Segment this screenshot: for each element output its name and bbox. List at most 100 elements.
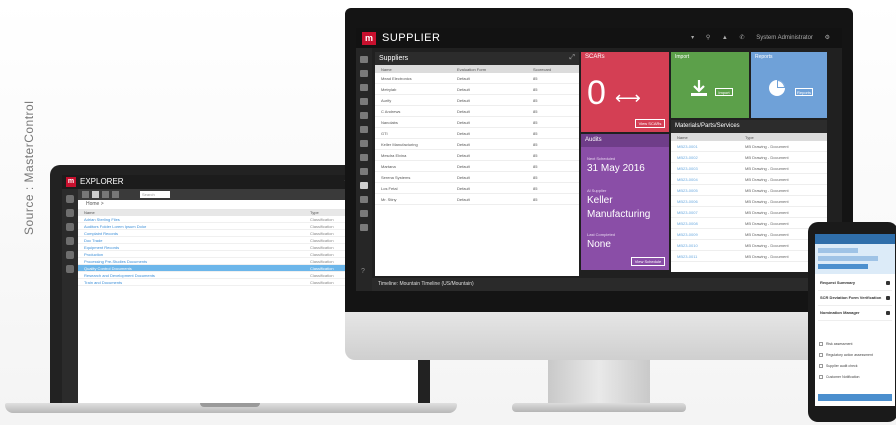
table-row[interactable]: Keller Manufacturing Default 85 [375, 139, 579, 150]
column-header-type[interactable]: Type [745, 135, 754, 140]
table-row[interactable]: MB23-0004 MB Drawing - Document [671, 174, 827, 185]
grid-view-icon[interactable] [92, 191, 99, 198]
supplier-name[interactable]: Metrylab [381, 87, 396, 92]
table-row[interactable]: MB23-0010 MB Drawing - Document [671, 240, 827, 251]
nav-file-icon[interactable] [360, 182, 368, 189]
row-name[interactable]: Complaint Records [84, 231, 118, 236]
table-row[interactable]: Aurify Default 85 [375, 95, 579, 106]
help-icon[interactable]: ? [361, 268, 369, 275]
nav-settings-icon[interactable] [66, 237, 74, 245]
phone-icon[interactable]: ✆ [740, 35, 745, 41]
nav-list-icon[interactable] [360, 112, 368, 119]
settings-icon[interactable]: ⚙ [825, 35, 830, 41]
reports-tile[interactable]: Reports Reports [751, 52, 827, 118]
row-name[interactable]: Quality Control Documents [84, 266, 132, 271]
list-item[interactable]: SCR Deviation Form Verification [818, 293, 892, 306]
import-button[interactable]: Import [715, 88, 733, 96]
column-header-eval[interactable]: Evaluation Form [457, 67, 486, 72]
supplier-name[interactable]: Nanolabs [381, 120, 398, 125]
checkbox[interactable] [819, 342, 823, 346]
supplier-name[interactable]: Los Fetal [381, 186, 397, 191]
dropdown-icon[interactable]: ▾ [691, 35, 694, 41]
list-view-icon[interactable] [102, 191, 109, 198]
nav-chart-icon[interactable] [360, 126, 368, 133]
table-row[interactable]: GTI Default 85 [375, 128, 579, 139]
nav-folder-icon[interactable] [66, 223, 74, 231]
column-header-name[interactable]: Name [381, 67, 392, 72]
reports-button[interactable]: Reports [795, 88, 813, 96]
supplier-name[interactable]: Martana [381, 164, 396, 169]
supplier-name[interactable]: Serena Systems [381, 175, 410, 180]
supplier-name[interactable]: GTI [381, 131, 388, 136]
supplier-name[interactable]: Mesdra Elvina [381, 153, 406, 158]
table-row[interactable]: MB23-0007 MB Drawing - Document [671, 207, 827, 218]
nav-more-icon[interactable] [360, 224, 368, 231]
alert-icon[interactable]: ▲ [722, 35, 728, 41]
list-item[interactable]: Request Summary [818, 278, 892, 291]
nav-docs-icon[interactable] [360, 84, 368, 91]
material-name[interactable]: MB23-0001 [677, 144, 698, 149]
table-row[interactable]: Mesdra Elvina Default 85 [375, 150, 579, 161]
checkbox[interactable] [819, 353, 823, 357]
table-row[interactable]: Martana Default 85 [375, 161, 579, 172]
supplier-name[interactable]: Mead Electronics [381, 76, 412, 81]
nav-list-icon[interactable] [66, 251, 74, 259]
scar-tile[interactable]: SCARs 0 ⟷ View SCARs [581, 52, 669, 132]
nav-home-icon[interactable] [66, 195, 74, 203]
nav-calendar-icon[interactable] [360, 168, 368, 175]
list-item[interactable]: Nomination Manager [818, 308, 892, 321]
supplier-name[interactable]: Aurify [381, 98, 391, 103]
nav-grid-icon[interactable] [360, 196, 368, 203]
material-name[interactable]: MB23-0004 [677, 177, 698, 182]
item-action-icon[interactable] [886, 311, 890, 315]
nav-chart-icon[interactable] [66, 265, 74, 273]
item-action-icon[interactable] [886, 296, 890, 300]
table-row[interactable]: Nanolabs Default 85 [375, 117, 579, 128]
material-name[interactable]: MB23-0007 [677, 210, 698, 215]
row-name[interactable]: Research and Development Documents [84, 273, 155, 278]
table-row[interactable]: Mr. Stiny Default 85 [375, 194, 579, 205]
row-name[interactable]: Doc Trade [84, 238, 102, 243]
checkbox[interactable] [819, 364, 823, 368]
row-name[interactable]: Train and Documents [84, 280, 122, 285]
column-header-score[interactable]: Scorecard [533, 67, 551, 72]
material-name[interactable]: MB23-0006 [677, 199, 698, 204]
table-row[interactable]: Mead Electronics Default 85 [375, 73, 579, 84]
table-row[interactable]: MB23-0011 MB Drawing - Document [671, 251, 827, 262]
material-name[interactable]: MB23-0010 [677, 243, 698, 248]
nav-check-icon[interactable] [360, 210, 368, 217]
phone-submit-button[interactable] [818, 394, 892, 401]
row-name[interactable]: Equipment Records [84, 245, 119, 250]
material-name[interactable]: MB23-0011 [677, 254, 697, 259]
expand-icon[interactable]: ⤢ [569, 54, 575, 62]
row-name[interactable]: Processing Pre-Studies Documents [84, 259, 147, 264]
material-name[interactable]: MB23-0002 [677, 155, 698, 160]
table-row[interactable]: MB23-0003 MB Drawing - Document [671, 163, 827, 174]
checkbox[interactable] [819, 375, 823, 379]
table-row[interactable]: Metrylab Default 85 [375, 84, 579, 95]
table-row[interactable]: MB23-0008 MB Drawing - Document [671, 218, 827, 229]
material-name[interactable]: MB23-0005 [677, 188, 698, 193]
material-name[interactable]: MB23-0003 [677, 166, 698, 171]
material-name[interactable]: MB23-0008 [677, 221, 698, 226]
column-header-type[interactable]: Type [310, 210, 319, 215]
nav-settings-icon[interactable] [360, 98, 368, 105]
import-tile[interactable]: Import Import [671, 52, 749, 118]
row-name[interactable]: Auditors Folder Lorem Ipsum Dolor [84, 224, 146, 229]
column-header-name[interactable]: Name [677, 135, 688, 140]
summary-button[interactable] [818, 264, 868, 269]
column-header-name[interactable]: Name [84, 210, 95, 215]
user-menu[interactable]: System Administrator [756, 35, 813, 41]
nav-audit-icon[interactable] [360, 140, 368, 147]
row-name[interactable]: Adrian Sterling Files [84, 217, 120, 222]
item-action-icon[interactable] [886, 281, 890, 285]
nav-docs-icon[interactable] [66, 209, 74, 217]
supplier-name[interactable]: C Andrews [381, 109, 400, 114]
supplier-name[interactable]: Mr. Stiny [381, 197, 397, 202]
nav-home-icon[interactable] [360, 56, 368, 63]
table-row[interactable]: MB23-0002 MB Drawing - Document [671, 152, 827, 163]
view-scars-button[interactable]: View SCARs [635, 119, 665, 128]
table-row[interactable]: MB23-0001 MB Drawing - Document [671, 141, 827, 152]
row-name[interactable]: Production [84, 252, 103, 257]
table-row[interactable]: C Andrews Default 85 [375, 106, 579, 117]
